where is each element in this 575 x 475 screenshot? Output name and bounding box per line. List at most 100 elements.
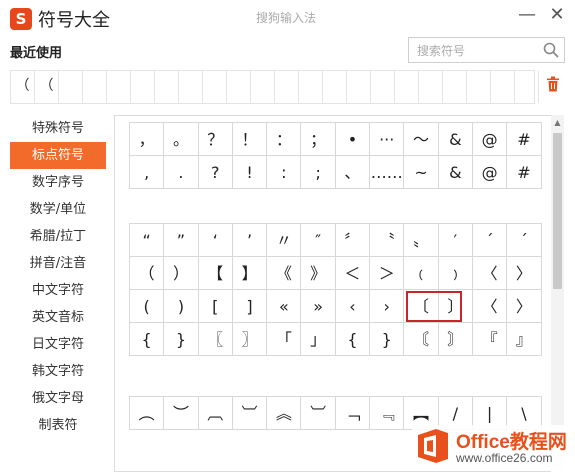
symbol-cell[interactable]: 〈 [472,257,508,290]
symbol-cell[interactable]: › [370,290,405,323]
symbol-cell[interactable]: ′ [438,224,473,257]
symbol-cell[interactable]: ﹃ [370,397,405,430]
symbol-cell[interactable]: [ [198,290,233,323]
symbol-cell[interactable]: # [507,123,542,156]
symbol-cell[interactable]: ] [232,290,268,323]
category-item[interactable]: 制表符 [10,412,106,439]
symbol-cell[interactable]: & [438,123,473,156]
symbol-cell[interactable]: 〃 [267,224,302,257]
symbol-cell[interactable]: “ [130,224,165,257]
symbol-cell[interactable]: @ [472,123,508,156]
symbol-cell[interactable]: 〟 [404,224,439,257]
symbol-cell[interactable]: ～ [404,123,439,156]
category-item[interactable]: 标点符号 [10,142,106,169]
symbol-cell[interactable]: ’ [232,224,268,257]
symbol-cell[interactable]: , [130,156,165,189]
recent-symbol-cell[interactable] [227,71,251,103]
category-item[interactable]: 希腊/拉丁 [10,223,106,250]
recent-symbol-cell[interactable] [131,71,155,103]
symbol-cell[interactable]: { [335,323,371,356]
category-item[interactable]: 拼音/注音 [10,250,106,277]
symbol-cell[interactable]: （ [130,257,165,290]
recent-symbol-cell[interactable] [275,71,299,103]
symbol-cell[interactable]: 』 [507,323,542,356]
recent-symbol-cell[interactable] [59,71,83,103]
symbol-cell[interactable]: ! [232,156,268,189]
symbol-cell[interactable]: …… [370,156,405,189]
symbol-cell[interactable]: 〘 [404,323,439,356]
symbol-cell[interactable]: ‘ [198,224,233,257]
symbol-cell[interactable]: 】 [232,257,268,290]
symbol-cell[interactable]: 〉 [507,290,542,323]
symbol-cell[interactable]: . [164,156,199,189]
symbol-cell[interactable]: ﹙ [404,257,439,290]
scroll-up-arrow-icon[interactable]: ▲ [551,117,564,129]
symbol-cell[interactable]: ~ [404,156,439,189]
symbol-cell[interactable]: { [130,323,165,356]
category-item[interactable]: 数字序号 [10,169,106,196]
symbol-cell[interactable]: • [335,123,371,156]
symbol-cell[interactable]: ， [130,123,165,156]
symbol-cell[interactable]: ﹚ [438,257,473,290]
symbol-cell[interactable]: 〗 [232,323,268,356]
symbol-cell[interactable]: ︺ [301,397,336,430]
symbol-cell[interactable]: ︹ [198,397,233,430]
symbol-cell[interactable]: ︽ [267,397,302,430]
recent-symbol-cell[interactable] [323,71,347,103]
symbol-cell[interactable]: ″ [301,224,336,257]
symbol-cell[interactable]: « [267,290,302,323]
symbol-cell[interactable]: 〝 [370,224,405,257]
symbol-cell[interactable]: 「 [267,323,302,356]
symbol-cell[interactable]: 〞 [335,224,371,257]
symbol-cell[interactable]: 〈 [472,290,508,323]
recent-symbol-cell[interactable] [107,71,131,103]
minimize-button[interactable]: — [516,2,538,28]
symbol-cell[interactable]: 《 [267,257,302,290]
recent-symbol-cell[interactable] [299,71,323,103]
symbol-cell[interactable]: ; [301,156,336,189]
symbol-cell[interactable]: 」 [301,323,336,356]
recent-symbol-cell[interactable] [155,71,179,103]
recent-symbol-cell[interactable] [251,71,275,103]
symbol-cell[interactable]: ！ [232,123,268,156]
symbol-cell[interactable]: & [438,156,473,189]
recent-symbol-cell[interactable] [395,71,419,103]
recent-symbol-cell[interactable] [179,71,203,103]
recent-symbol-cell[interactable] [83,71,107,103]
recent-symbol-cell[interactable] [443,71,467,103]
recent-symbol-cell[interactable] [347,71,371,103]
symbol-cell[interactable]: 〉 [507,257,542,290]
symbol-cell[interactable]: 『 [472,323,508,356]
symbol-cell[interactable]: ＞ [370,257,405,290]
symbol-cell[interactable]: ＜ [335,257,371,290]
symbol-cell[interactable]: ” [164,224,199,257]
symbol-cell[interactable]: ˊ [507,224,542,257]
recent-symbol-cell[interactable]: （ [35,71,59,103]
symbol-cell[interactable]: ︵ [130,397,165,430]
symbol-cell[interactable]: # [507,156,542,189]
symbol-cell[interactable]: ? [198,156,233,189]
symbol-cell[interactable]: ： [267,123,302,156]
category-item[interactable]: 俄文字母 [10,385,106,412]
symbol-cell[interactable]: @ [472,156,508,189]
recent-symbol-cell[interactable] [515,71,539,103]
symbol-cell[interactable]: ( [130,290,165,323]
recent-symbol-cell[interactable]: （ [11,71,35,103]
category-item[interactable]: 特殊符号 [10,115,106,142]
symbol-cell[interactable]: 【 [198,257,233,290]
symbol-cell[interactable]: ··· [370,123,405,156]
category-item[interactable]: 数学/单位 [10,196,106,223]
recent-symbol-cell[interactable] [371,71,395,103]
category-item[interactable]: 中文字符 [10,277,106,304]
category-item[interactable]: 英文音标 [10,304,106,331]
symbol-cell[interactable]: ´ [472,224,508,257]
symbol-cell[interactable]: » [301,290,336,323]
symbol-cell[interactable]: ︶ [164,397,199,430]
symbol-cell[interactable]: ) [164,290,199,323]
search-input[interactable] [415,41,544,61]
symbol-cell[interactable]: ？ [198,123,233,156]
symbol-cell[interactable]: 。 [164,123,199,156]
symbol-cell[interactable]: ‹ [335,290,371,323]
symbol-cell[interactable]: 〙 [438,323,473,356]
symbol-cell[interactable]: } [370,323,405,356]
